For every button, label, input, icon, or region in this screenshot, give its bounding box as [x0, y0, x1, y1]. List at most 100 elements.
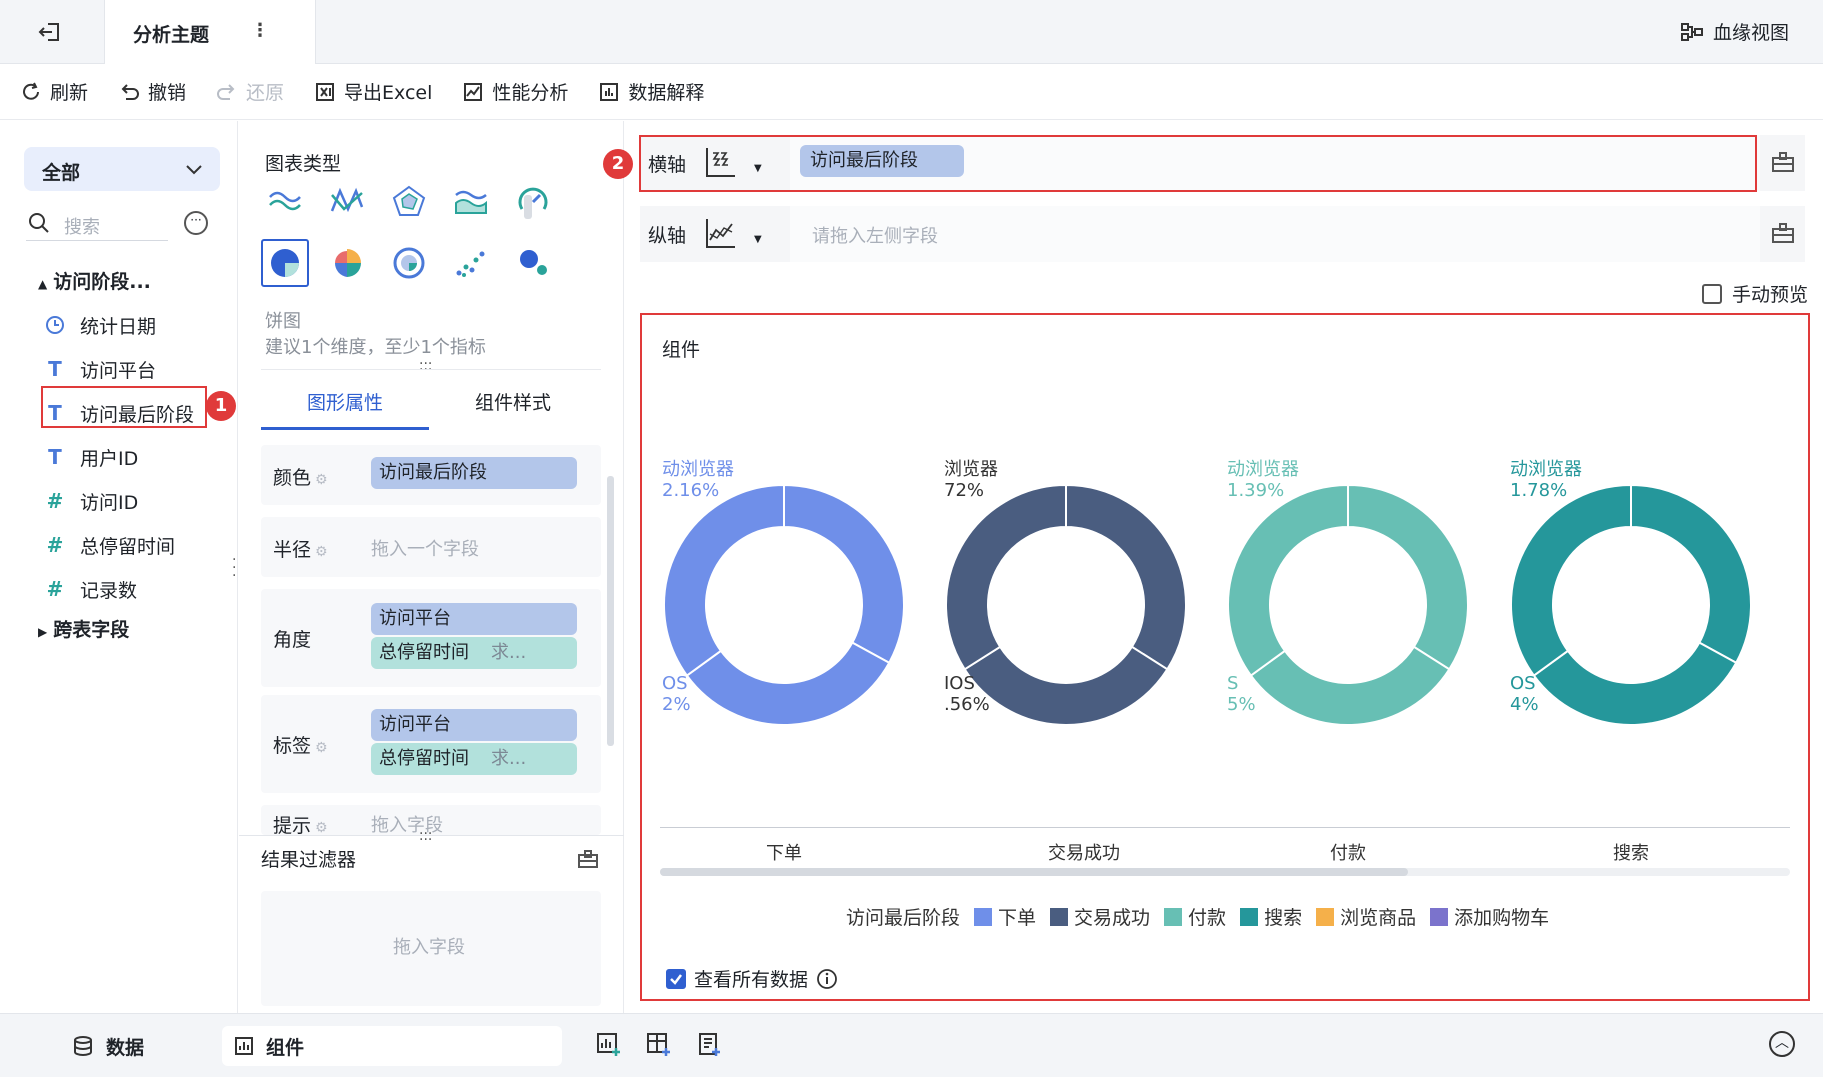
data-explain-button[interactable]: 数据解释 [598, 78, 704, 105]
bottom-tab-data[interactable]: 数据 [72, 1026, 144, 1066]
donut-slice[interactable] [1065, 483, 1187, 671]
view-all-checkbox[interactable] [666, 968, 686, 989]
properties-scrollbar[interactable] [607, 476, 614, 746]
chart-type-line[interactable] [323, 177, 371, 225]
legend-label: 搜索 [1264, 907, 1303, 929]
donut-slice[interactable] [945, 483, 1067, 671]
chart-type-area-wave[interactable] [261, 177, 309, 225]
prop-color[interactable]: 颜色 ⚙ 访问最后阶段 [261, 445, 601, 505]
dataset-select[interactable]: 全部 [24, 147, 220, 191]
field-item-user-id[interactable]: T 用户ID [44, 439, 204, 475]
more-icon[interactable]: ⋮ [251, 20, 269, 41]
manual-preview-toggle[interactable]: 手动预览 [1702, 280, 1808, 307]
export-excel-button[interactable]: 导出Excel [314, 78, 432, 105]
x-axis-settings-icon[interactable] [1771, 151, 1795, 173]
donut-slice[interactable] [1249, 645, 1451, 726]
field-item-duration[interactable]: # 总停留时间 [44, 527, 204, 563]
donut-slice[interactable] [685, 641, 891, 726]
field-group[interactable]: ▲ 访问阶段... [38, 267, 151, 294]
manual-preview-checkbox[interactable] [1702, 283, 1722, 304]
tab-component-style[interactable]: 组件样式 [475, 388, 551, 415]
legend-item[interactable]: 浏览商品 [1316, 903, 1416, 930]
chart-type-scatter[interactable] [447, 239, 495, 287]
refresh-button[interactable]: 刷新 [20, 78, 88, 105]
label-pct: 1.39% [1227, 480, 1285, 501]
top-bar: 分析主题 ⋮ 血缘视图 [0, 0, 1823, 64]
legend-item[interactable]: 搜索 [1240, 903, 1302, 930]
y-axis-label: 纵轴 [648, 225, 687, 247]
add-widget-icon[interactable] [596, 1032, 622, 1058]
search-icon [29, 213, 49, 233]
prop-label[interactable]: 标签 ⚙ 访问平台 总停留时间 求... [261, 695, 601, 793]
clock-icon [46, 316, 64, 334]
chart-type-radar[interactable] [385, 177, 433, 225]
y-axis-dropdown-icon[interactable]: ▼ [754, 234, 762, 245]
y-axis-settings-icon[interactable] [1771, 222, 1795, 244]
field-item-platform[interactable]: T 访问平台 [44, 351, 204, 387]
collapse-up-icon[interactable]: ︿ [1769, 1031, 1795, 1057]
horizontal-scrollbar[interactable] [660, 868, 1790, 876]
more-options-icon[interactable]: ··· [184, 211, 208, 235]
angle-dim-pill[interactable]: 访问平台 [371, 603, 577, 635]
donut-slice[interactable] [783, 483, 905, 665]
field-item-visit-id[interactable]: # 访问ID [44, 483, 204, 519]
performance-analysis-button[interactable]: 性能分析 [462, 78, 568, 105]
area-chart-icon [455, 190, 487, 214]
field-item-date[interactable]: 统计日期 [44, 307, 204, 343]
exit-icon[interactable] [34, 18, 66, 46]
tab-graphic-properties[interactable]: 图形属性 [307, 388, 383, 415]
donut-slice[interactable] [1510, 483, 1632, 677]
lineage-view-button[interactable]: 血缘视图 [1680, 18, 1789, 45]
legend-item[interactable]: 添加购物车 [1430, 903, 1549, 930]
step-badge-2: 2 [603, 149, 633, 179]
field-label: 统计日期 [80, 315, 157, 338]
cross-table-group[interactable]: ▶ 跨表字段 [38, 615, 129, 642]
redo-button[interactable]: 还原 [216, 78, 284, 105]
donut-label-top: 动浏览器 2.16% [662, 459, 734, 501]
chart-type-rose[interactable] [323, 239, 371, 287]
result-filter-dropzone[interactable]: 拖入字段 [261, 891, 601, 1006]
y-axis-chart-icon[interactable] [704, 216, 738, 250]
chart-type-pie[interactable] [261, 239, 309, 287]
field-label: 总停留时间 [80, 535, 176, 558]
angle-measure-pill[interactable]: 总停留时间 求... [371, 637, 577, 669]
add-dashboard-icon[interactable] [646, 1032, 672, 1058]
donut-slice[interactable] [1227, 483, 1349, 677]
chart-type-gauge[interactable] [509, 177, 557, 225]
donut-slice[interactable] [1630, 483, 1752, 665]
wave-chart-icon [269, 191, 301, 211]
add-report-icon[interactable] [696, 1032, 722, 1058]
undo-button[interactable]: 撤销 [118, 78, 186, 105]
label-dim-pill[interactable]: 访问平台 [371, 709, 577, 741]
chart-type-bubble[interactable] [509, 239, 557, 287]
donut-slice[interactable] [1532, 641, 1738, 726]
panel-resize-handle-2[interactable]: ··· ··· [419, 827, 432, 847]
database-icon [74, 1036, 92, 1056]
chart-type-area[interactable] [447, 177, 495, 225]
color-field-pill[interactable]: 访问最后阶段 [371, 457, 577, 489]
field-item-record-count[interactable]: # 记录数 [44, 571, 204, 607]
prop-radius[interactable]: 半径 ⚙ 拖入一个字段 [261, 517, 601, 577]
donut-slice[interactable] [963, 645, 1169, 726]
label-measure-pill[interactable]: 总停留时间 求... [371, 743, 577, 775]
chart-type-multi-pie[interactable] [385, 239, 433, 287]
bottom-tab-widget[interactable]: 组件 [222, 1026, 562, 1066]
legend-item[interactable]: 付款 [1164, 903, 1226, 930]
analysis-tab[interactable]: 分析主题 ⋮ [104, 0, 316, 64]
prop-angle[interactable]: 角度 访问平台 总停留时间 求... [261, 589, 601, 687]
y-axis-dropzone[interactable]: 请拖入左侧字段 [790, 206, 1760, 262]
view-all-data-toggle[interactable]: 查看所有数据 [666, 965, 838, 992]
legend-item[interactable]: 交易成功 [1050, 903, 1150, 930]
legend-swatch [1316, 907, 1335, 926]
label-pct: 1.78% [1510, 480, 1568, 501]
hash-icon: # [46, 489, 64, 513]
donut-slice[interactable] [1347, 483, 1469, 671]
chart-types-scrollbar[interactable] [524, 195, 532, 219]
info-icon[interactable] [816, 968, 838, 990]
donut-slice[interactable] [663, 483, 785, 677]
legend-item[interactable]: 下单 [974, 903, 1036, 930]
donut-label-bottom: OS 4% [1510, 673, 1539, 715]
filter-settings-icon[interactable] [577, 849, 599, 869]
scrollbar-thumb[interactable] [660, 868, 1408, 876]
field-search-input[interactable]: 搜索 [26, 207, 168, 241]
